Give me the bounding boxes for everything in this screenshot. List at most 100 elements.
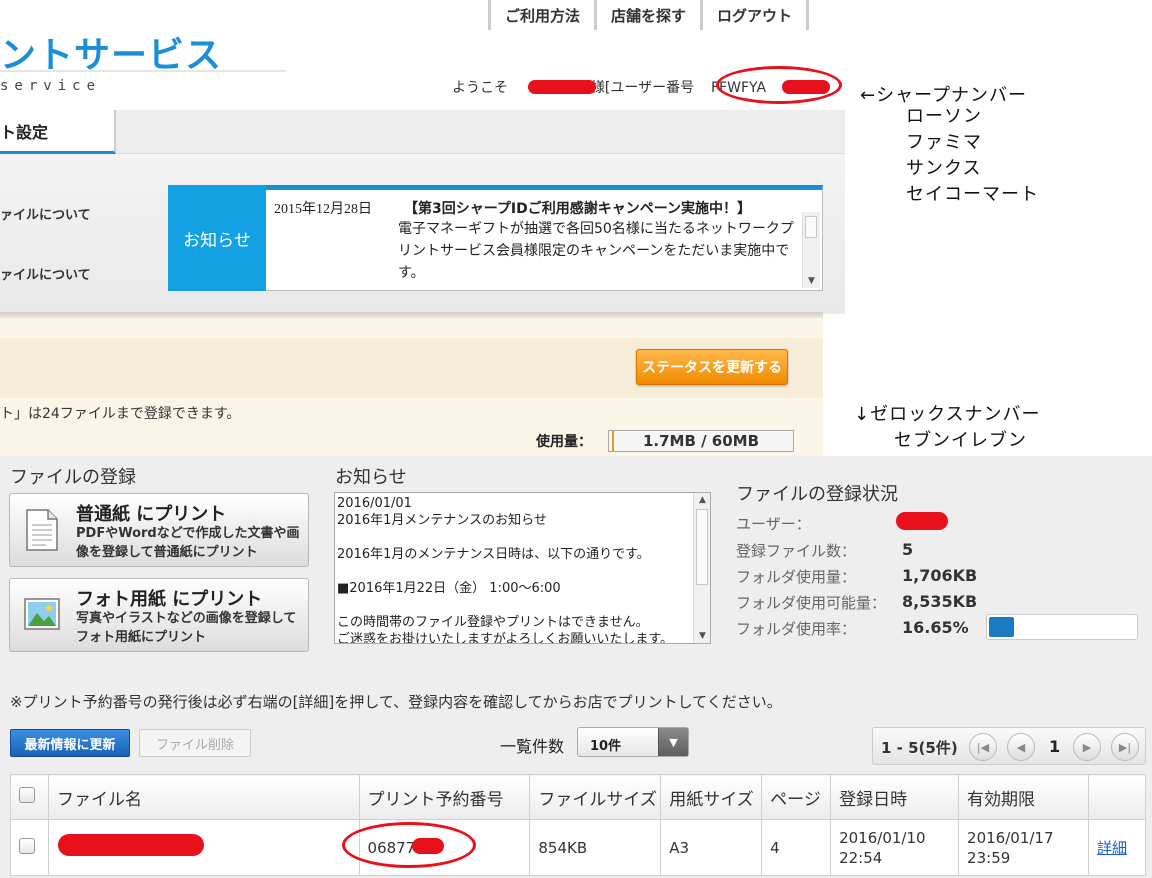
scroll-up-icon[interactable]: ▲ <box>694 495 710 505</box>
highlight-user-number <box>716 66 842 104</box>
news-line: この時間帯のファイル登録やプリントはできません。 <box>337 615 649 630</box>
tab-settings[interactable]: ト設定 <box>0 110 116 154</box>
annotation-store: セイコーマート <box>906 184 1039 205</box>
delete-file-button[interactable]: ファイル削除 <box>139 729 251 757</box>
col-detail <box>1087 774 1147 820</box>
news-line: 2016年1月のメンテナンス日時は、以下の通りです。 <box>337 547 650 562</box>
document-icon <box>26 509 58 551</box>
pager-range: 1 - 5(5件) <box>881 739 958 757</box>
nav-logout-link[interactable]: ログアウト <box>700 0 810 30</box>
select-all-checkbox[interactable] <box>19 786 35 803</box>
per-page-select[interactable]: 10件 ▼ <box>577 727 689 757</box>
usage-bar-fill <box>609 431 615 451</box>
news-text: 2016/01/01 2016年1月メンテナンスのお知らせ 2016年1月のメン… <box>337 495 693 644</box>
logo-divider <box>0 70 286 72</box>
news-line: 2016年1月メンテナンスのお知らせ <box>337 513 547 528</box>
file-size-cell: 854KB <box>529 819 662 876</box>
annotation-store: セブンイレブン <box>894 430 1027 451</box>
detail-cell: 詳細 <box>1087 819 1147 876</box>
status-user-label: ユーザー： <box>736 515 811 533</box>
paper-size-cell: A3 <box>660 819 763 876</box>
news-title: お知らせ <box>335 467 407 488</box>
annotation-sharp-stores: ローソン ファミマ サンクス セイコーマート <box>906 104 1039 208</box>
status-available-label: フォルダ使用可能量： <box>736 594 887 612</box>
plain-print-desc: PDFやWordなどで作成した文書や画像を登録して普通紙にプリント <box>76 526 300 560</box>
nav-usage-link[interactable]: ご利用方法 <box>488 0 594 30</box>
select-all-cell <box>10 774 49 820</box>
annotation-store: ローソン <box>906 106 982 127</box>
news-line: ■2016年1月22日（金） 1:00～6:00 <box>337 581 561 596</box>
per-page-value: 10件 <box>590 739 622 754</box>
welcome-suffix: 様[ユーザー番号 <box>590 80 695 96</box>
redacted-file-name <box>58 834 204 856</box>
first-page-icon[interactable]: |◀ <box>969 733 997 761</box>
news-line <box>337 529 693 546</box>
photo-paper-print-button[interactable]: フォト用紙 にプリント 写真やイラストなどの画像を登録してフォト用紙にプリント <box>9 578 309 652</box>
status-rate-label: フォルダ使用率： <box>736 620 857 638</box>
top-nav: ご利用方法 店舗を探す ログアウト <box>488 0 810 30</box>
news-line <box>337 597 693 614</box>
update-status-button[interactable]: ステータスを更新する <box>636 349 788 385</box>
col-registered[interactable]: 登録日時 <box>830 774 960 820</box>
notice-title: 【第3回シャープIDご利用感謝キャンペーン実施中！】 <box>404 201 752 217</box>
status-available-value: 8,535KB <box>902 592 978 611</box>
notice-body: 電子マネーギフトが抽選で各回50名様に当たるネットワークプリントサービス会員様限… <box>398 221 794 281</box>
scroll-thumb[interactable] <box>805 216 817 238</box>
usage-label: 使用量： <box>536 434 592 450</box>
nav-find-store-link[interactable]: 店舗を探す <box>594 0 700 30</box>
prev-page-icon[interactable]: ◀ <box>1007 733 1035 761</box>
expires-date: 2016/01/17 <box>967 828 1054 847</box>
scroll-thumb[interactable] <box>696 509 708 585</box>
registered-cell: 2016/01/10 22:54 <box>830 819 960 876</box>
side-link-file-1[interactable]: ァイルについて <box>0 204 91 223</box>
chevron-down-icon[interactable]: ▼ <box>658 728 688 756</box>
current-page: 1 <box>1049 737 1061 756</box>
news-line: 2016/01/01 <box>337 496 412 511</box>
news-panel: 2016/01/01 2016年1月メンテナンスのお知らせ 2016年1月のメン… <box>334 492 711 644</box>
col-reservation-number[interactable]: プリント予約番号 <box>358 774 531 820</box>
refresh-button[interactable]: 最新情報に更新 <box>10 729 130 757</box>
expires-time: 23:59 <box>967 848 1011 867</box>
news-line: ご迷惑をお掛けいたしますがよろしくお願いいたします。 <box>337 632 674 644</box>
news-line <box>337 563 693 580</box>
photo-icon <box>24 598 60 630</box>
redacted-user-name <box>528 80 596 94</box>
notice-scrollbar[interactable]: ▼ <box>802 212 820 288</box>
register-title: ファイルの登録 <box>10 467 136 488</box>
plain-paper-print-button[interactable]: 普通紙 にプリント PDFやWordなどで作成した文書や画像を登録して普通紙にプ… <box>9 493 309 567</box>
settings-tab-band <box>0 110 845 154</box>
usage-bar: 1.7MB / 60MB <box>608 430 794 452</box>
col-paper-size[interactable]: 用紙サイズ <box>660 774 763 820</box>
usage-value: 1.7MB / 60MB <box>642 432 760 450</box>
usage-rate-fill <box>989 617 1014 637</box>
status-rate-value: 16.65% <box>902 618 969 637</box>
photo-print-desc: 写真やイラストなどの画像を登録してフォト用紙にプリント <box>76 611 297 645</box>
welcome-prefix: ようこそ <box>452 80 508 96</box>
annotation-xerox-number: ↓ゼロックスナンバー <box>854 404 1041 425</box>
news-scrollbar[interactable]: ▲ ▼ <box>693 493 710 643</box>
detail-link[interactable]: 詳細 <box>1097 839 1127 857</box>
scroll-down-icon[interactable]: ▼ <box>694 631 710 641</box>
registered-time: 22:54 <box>839 848 883 867</box>
status-used-label: フォルダ使用量： <box>736 568 857 586</box>
col-file-name[interactable]: ファイル名 <box>47 774 360 820</box>
highlight-reservation-number <box>342 822 476 868</box>
photo-print-title: フォト用紙 にプリント <box>76 589 263 610</box>
file-table: ファイル名 プリント予約番号 ファイルサイズ 用紙サイズ ページ 登録日時 有効… <box>10 774 1147 876</box>
col-pages[interactable]: ページ <box>761 774 832 820</box>
col-expires[interactable]: 有効期限 <box>958 774 1089 820</box>
service-logo-subtitle: service <box>0 78 102 94</box>
annotation-store: ファミマ <box>906 132 982 153</box>
print-warning: ※プリント予約番号の発行後は必ず右端の[詳細]を押して、登録内容を確認してからお… <box>10 693 782 711</box>
registration-status-title: ファイルの登録状況 <box>736 484 898 505</box>
annotation-store: サンクス <box>906 158 982 179</box>
table-header-row: ファイル名 プリント予約番号 ファイルサイズ 用紙サイズ ページ 登録日時 有効… <box>10 774 1147 820</box>
col-file-size[interactable]: ファイルサイズ <box>529 774 662 820</box>
next-page-icon[interactable]: ▶ <box>1073 733 1101 761</box>
side-link-file-2[interactable]: ァイルについて <box>0 264 91 283</box>
row-checkbox[interactable] <box>19 837 35 854</box>
notice-date: 2015年12月28日 <box>274 202 372 217</box>
scroll-down-icon[interactable]: ▼ <box>803 276 820 286</box>
redacted-user <box>896 512 948 530</box>
last-page-icon[interactable]: ▶| <box>1111 733 1139 761</box>
